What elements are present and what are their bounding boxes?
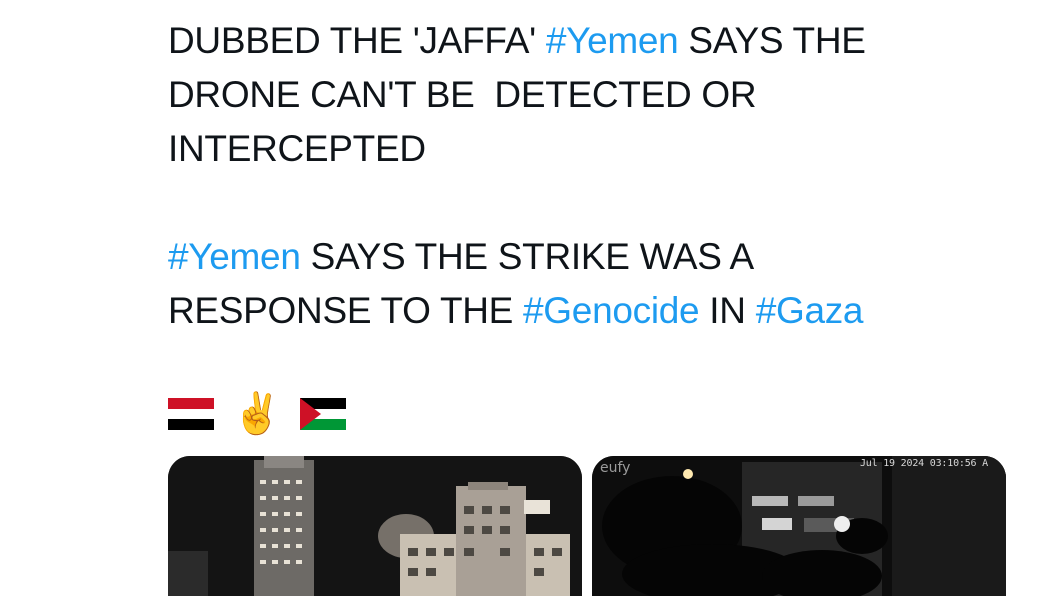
tweet-text: DUBBED THE 'JAFFA' #Yemen SAYS THE DRONE … — [168, 14, 1028, 338]
night-skyline-image — [168, 456, 582, 596]
security-camera-image — [592, 456, 1006, 596]
camera-timestamp: Jul 19 2024 03:10:56 A — [859, 458, 988, 469]
tweet-line: DUBBED THE 'JAFFA' #Yemen SAYS THE — [168, 14, 1028, 68]
tweet-line: INTERCEPTED — [168, 122, 1028, 176]
tweet-text-segment: SAYS THE STRIKE WAS A — [300, 236, 755, 277]
yemen-flag-icon — [168, 398, 214, 430]
tweet-line: #Yemen SAYS THE STRIKE WAS A — [168, 230, 1028, 284]
palestine-flag-icon — [299, 398, 346, 430]
victory-hand-icon: ✌️ — [232, 392, 282, 436]
hashtag-link-yemen[interactable]: #Yemen — [546, 20, 679, 61]
hashtag-link-genocide[interactable]: #Genocide — [523, 290, 700, 331]
emoji-row: ✌️ — [168, 388, 346, 440]
hashtag-link-yemen[interactable]: #Yemen — [168, 236, 301, 277]
tweet-text-segment: RESPONSE TO THE — [168, 290, 524, 331]
video-thumbnail-right[interactable]: eufy Jul 19 2024 03:10:56 A — [592, 456, 1006, 596]
tweet-line: RESPONSE TO THE #Genocide IN #Gaza — [168, 284, 1028, 338]
tweet-line: DRONE CAN'T BE DETECTED OR — [168, 68, 1028, 122]
tweet-text-segment: DUBBED THE 'JAFFA' — [168, 20, 546, 61]
video-thumbnail-left[interactable] — [168, 456, 582, 596]
tweet-text-segment: SAYS THE — [678, 20, 866, 61]
camera-brand-label: eufy — [600, 460, 631, 476]
tweet-text-segment: DRONE CAN'T BE DETECTED OR — [168, 74, 757, 115]
tweet-text-segment: INTERCEPTED — [168, 128, 426, 169]
hashtag-link-gaza[interactable]: #Gaza — [756, 290, 864, 331]
tweet-text-segment: IN — [699, 290, 756, 331]
